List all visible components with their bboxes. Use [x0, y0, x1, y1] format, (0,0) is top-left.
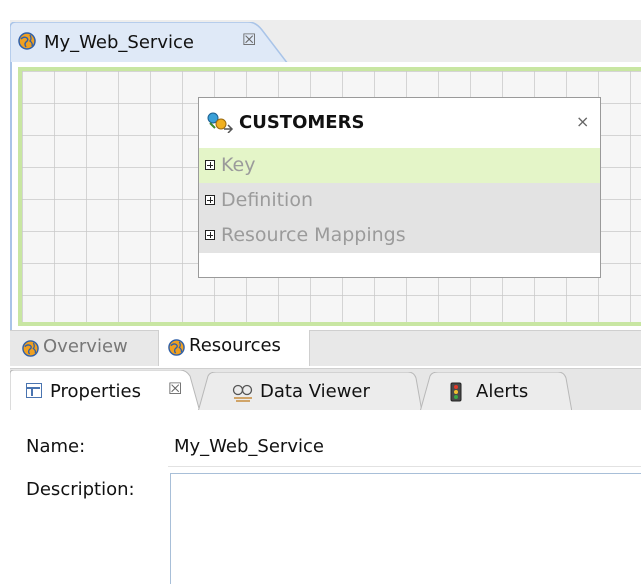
name-field-underline — [168, 466, 641, 467]
data-viewer-icon — [232, 384, 253, 402]
node-row-label: Resource Mappings — [221, 224, 406, 246]
name-field[interactable]: My_Web_Service — [174, 436, 324, 457]
tab-properties-close-icon[interactable]: ☒ — [168, 379, 182, 398]
expand-definition-icon[interactable] — [205, 195, 215, 205]
expand-resource-mappings-icon[interactable] — [205, 230, 215, 240]
tab-overview[interactable]: Overview — [14, 331, 156, 365]
expand-key-icon[interactable] — [205, 160, 215, 170]
tab-properties[interactable]: Properties ☒ — [10, 370, 200, 412]
tab-resources[interactable]: Resources — [158, 330, 310, 366]
tab-overview-label: Overview — [43, 336, 128, 357]
description-label: Description: — [26, 479, 135, 500]
web-service-globe-icon — [18, 32, 36, 50]
customers-node-title: CUSTOMERS — [239, 112, 365, 133]
web-service-globe-icon — [22, 340, 39, 357]
customers-node-close-icon[interactable]: × — [576, 112, 589, 131]
node-row-label: Key — [221, 154, 256, 176]
tab-properties-label: Properties — [50, 381, 141, 402]
customers-node[interactable]: CUSTOMERS × Key Definition Resource Mapp… — [198, 97, 601, 278]
tab-resources-label: Resources — [189, 335, 281, 356]
node-row-key[interactable]: Key — [199, 148, 600, 183]
tab-data-viewer[interactable]: Data Viewer — [198, 372, 422, 412]
description-field[interactable] — [170, 473, 641, 584]
editor-tab-my-web-service[interactable]: My_Web_Service ☒ — [10, 22, 288, 64]
node-row-definition[interactable]: Definition — [199, 183, 600, 218]
tab-alerts-label: Alerts — [476, 381, 529, 402]
node-row-label: Definition — [221, 189, 314, 211]
editor-tab-close-icon[interactable]: ☒ — [242, 30, 256, 49]
editor-tab-title: My_Web_Service — [44, 32, 194, 53]
web-service-globe-icon — [168, 339, 185, 356]
customers-node-header[interactable]: CUSTOMERS × — [199, 98, 600, 148]
alerts-icon — [450, 382, 462, 402]
tab-alerts[interactable]: Alerts — [420, 372, 572, 412]
properties-panel: Name: My_Web_Service Description: — [10, 410, 641, 584]
data-object-icon — [207, 112, 234, 133]
properties-icon — [26, 383, 42, 398]
tab-data-viewer-label: Data Viewer — [260, 381, 370, 402]
name-label: Name: — [26, 436, 86, 457]
node-row-resource-mappings[interactable]: Resource Mappings — [199, 218, 600, 253]
